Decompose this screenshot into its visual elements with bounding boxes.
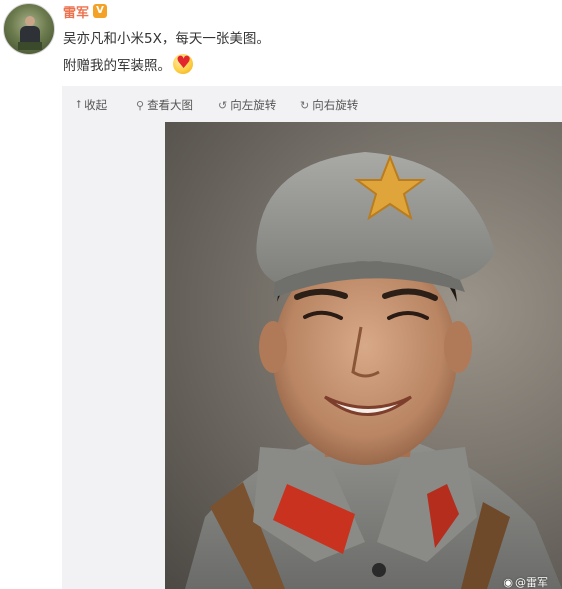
- magnifier-icon: ⚲: [136, 98, 145, 112]
- avatar-figure-legs: [18, 42, 42, 50]
- collapse-button[interactable]: ⭡ 收起: [76, 97, 107, 113]
- watermark-text: @雷军: [515, 576, 548, 589]
- post-text-line-2-text: 附赠我的军装照。: [63, 58, 171, 74]
- rotate-left-icon: ↺: [218, 98, 228, 112]
- media-toolbar: ⭡ 收起 ⚲ 查看大图 ↺ 向左旋转 ↻ 向右旋转: [62, 86, 562, 122]
- avatar[interactable]: [3, 3, 55, 55]
- weibo-icon: ◉: [503, 575, 513, 589]
- collapse-label: 收起: [84, 98, 108, 112]
- avatar-figure-head: [25, 16, 35, 26]
- arrow-up-icon: ⭡: [76, 98, 82, 111]
- post-text-line-1: 吴亦凡和小米5X，每天一张美图。: [63, 31, 270, 47]
- love-emoji-icon: [173, 53, 193, 74]
- view-large-label: 查看大图: [147, 98, 194, 112]
- weibo-post: 雷军 V 吴亦凡和小米5X，每天一张美图。 附赠我的军装照。 ⭡ 收起 ⚲ 查看…: [0, 0, 562, 589]
- post-text-line-2: 附赠我的军装照。: [63, 53, 193, 74]
- rotate-right-icon: ↻: [300, 98, 310, 112]
- post-photo[interactable]: ◉ @雷军: [165, 122, 562, 589]
- rotate-right-label: 向右旋转: [312, 98, 359, 112]
- rotate-left-button[interactable]: ↺ 向左旋转: [218, 97, 276, 113]
- rotate-left-label: 向左旋转: [230, 98, 277, 112]
- author-name[interactable]: 雷军: [63, 2, 89, 21]
- rotate-right-button[interactable]: ↻ 向右旋转: [300, 97, 358, 113]
- view-large-button[interactable]: ⚲ 查看大图: [136, 97, 193, 113]
- soldier-portrait-image: [185, 152, 562, 589]
- media-box: ⭡ 收起 ⚲ 查看大图 ↺ 向左旋转 ↻ 向右旋转 ◉ @雷军: [62, 86, 562, 589]
- author-row: 雷军 V: [63, 2, 108, 21]
- watermark: ◉ @雷军: [503, 575, 548, 589]
- verified-badge-icon: V: [93, 4, 108, 18]
